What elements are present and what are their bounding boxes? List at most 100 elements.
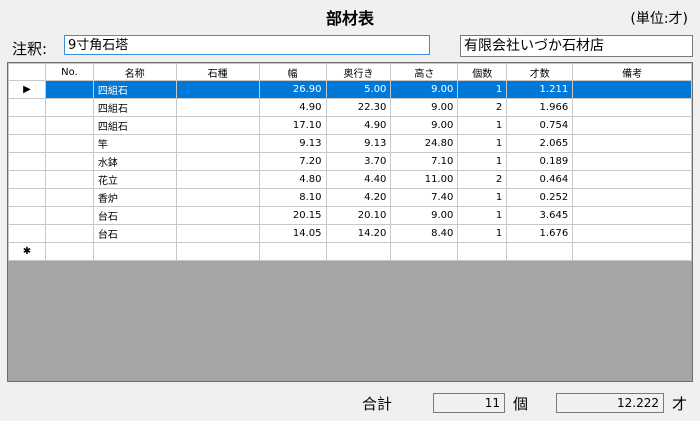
cell-sai[interactable]: 3.645 xyxy=(506,206,574,225)
cell-width[interactable]: 14.05 xyxy=(258,224,327,243)
new-row[interactable]: ✱ xyxy=(8,242,692,261)
cell-count[interactable]: 1 xyxy=(457,116,508,135)
column-header-name[interactable]: 名称 xyxy=(92,63,177,81)
cell-count[interactable]: 1 xyxy=(457,80,508,99)
cell-depth[interactable]: 22.30 xyxy=(325,98,392,117)
cell-no[interactable] xyxy=(44,116,94,135)
cell-stone[interactable] xyxy=(175,206,260,225)
cell-name[interactable]: 四組石 xyxy=(92,80,177,99)
table-row[interactable]: 香炉 8.10 4.20 7.40 1 0.252 xyxy=(8,188,692,207)
new-row-cell-sai[interactable] xyxy=(506,242,574,261)
cell-name[interactable]: 四組石 xyxy=(92,98,177,117)
row-header[interactable]: ▶ xyxy=(8,80,46,99)
column-header-sai[interactable]: 才数 xyxy=(506,63,574,81)
cell-depth[interactable]: 20.10 xyxy=(325,206,392,225)
cell-note[interactable] xyxy=(572,152,692,171)
column-header-note[interactable]: 備考 xyxy=(572,63,692,81)
cell-note[interactable] xyxy=(572,224,692,243)
cell-height[interactable]: 7.10 xyxy=(390,152,459,171)
table-row[interactable]: 竿 9.13 9.13 24.80 1 2.065 xyxy=(8,134,692,153)
cell-width[interactable]: 7.20 xyxy=(258,152,327,171)
cell-depth[interactable]: 4.90 xyxy=(325,116,392,135)
cell-count[interactable]: 1 xyxy=(457,152,508,171)
cell-depth[interactable]: 9.13 xyxy=(325,134,392,153)
table-row[interactable]: ▶ 四組石 26.90 5.00 9.00 1 1.211 xyxy=(8,80,692,99)
cell-note[interactable] xyxy=(572,206,692,225)
cell-count[interactable]: 1 xyxy=(457,224,508,243)
cell-stone[interactable] xyxy=(175,80,260,99)
cell-depth[interactable]: 5.00 xyxy=(325,80,392,99)
row-header[interactable] xyxy=(8,170,46,189)
cell-name[interactable]: 水鉢 xyxy=(92,152,177,171)
cell-stone[interactable] xyxy=(175,224,260,243)
cell-count[interactable]: 2 xyxy=(457,170,508,189)
cell-height[interactable]: 9.00 xyxy=(390,206,459,225)
cell-no[interactable] xyxy=(44,188,94,207)
cell-sai[interactable]: 0.464 xyxy=(506,170,574,189)
new-row-cell-note[interactable] xyxy=(572,242,692,261)
cell-sai[interactable]: 2.065 xyxy=(506,134,574,153)
cell-name[interactable]: 台石 xyxy=(92,206,177,225)
cell-note[interactable] xyxy=(572,134,692,153)
cell-depth[interactable]: 14.20 xyxy=(325,224,392,243)
cell-sai[interactable]: 0.189 xyxy=(506,152,574,171)
new-row-cell-name[interactable] xyxy=(92,242,177,261)
new-row-marker[interactable]: ✱ xyxy=(8,242,46,261)
cell-count[interactable]: 1 xyxy=(457,206,508,225)
cell-width[interactable]: 4.80 xyxy=(258,170,327,189)
cell-count[interactable]: 1 xyxy=(457,134,508,153)
table-row[interactable]: 花立 4.80 4.40 11.00 2 0.464 xyxy=(8,170,692,189)
cell-stone[interactable] xyxy=(175,134,260,153)
cell-depth[interactable]: 4.40 xyxy=(325,170,392,189)
cell-no[interactable] xyxy=(44,170,94,189)
cell-height[interactable]: 8.40 xyxy=(390,224,459,243)
cell-name[interactable]: 花立 xyxy=(92,170,177,189)
new-row-cell-height[interactable] xyxy=(390,242,459,261)
cell-note[interactable] xyxy=(572,98,692,117)
cell-height[interactable]: 9.00 xyxy=(390,116,459,135)
row-header[interactable] xyxy=(8,98,46,117)
cell-height[interactable]: 9.00 xyxy=(390,80,459,99)
cell-name[interactable]: 竿 xyxy=(92,134,177,153)
cell-name[interactable]: 台石 xyxy=(92,224,177,243)
cell-stone[interactable] xyxy=(175,170,260,189)
note-input[interactable]: 9寸角石塔 xyxy=(64,35,430,55)
column-header-depth[interactable]: 奥行き xyxy=(325,63,392,81)
new-row-cell-depth[interactable] xyxy=(325,242,392,261)
cell-stone[interactable] xyxy=(175,188,260,207)
parts-grid[interactable]: No. 名称 石種 幅 奥行き 高さ 個数 才数 備考 ▶ 四組石 26.90 5.0… xyxy=(7,62,693,382)
cell-height[interactable]: 24.80 xyxy=(390,134,459,153)
table-row[interactable]: 四組石 4.90 22.30 9.00 2 1.966 xyxy=(8,98,692,117)
cell-name[interactable]: 四組石 xyxy=(92,116,177,135)
table-row[interactable]: 四組石 17.10 4.90 9.00 1 0.754 xyxy=(8,116,692,135)
column-header-height[interactable]: 高さ xyxy=(390,63,459,81)
row-header[interactable] xyxy=(8,134,46,153)
cell-width[interactable]: 8.10 xyxy=(258,188,327,207)
cell-depth[interactable]: 4.20 xyxy=(325,188,392,207)
row-header[interactable] xyxy=(8,116,46,135)
cell-no[interactable] xyxy=(44,80,94,99)
cell-no[interactable] xyxy=(44,98,94,117)
cell-no[interactable] xyxy=(44,134,94,153)
column-header-width[interactable]: 幅 xyxy=(258,63,327,81)
new-row-cell-no[interactable] xyxy=(44,242,94,261)
row-header[interactable] xyxy=(8,206,46,225)
table-row[interactable]: 水鉢 7.20 3.70 7.10 1 0.189 xyxy=(8,152,692,171)
cell-no[interactable] xyxy=(44,152,94,171)
cell-height[interactable]: 7.40 xyxy=(390,188,459,207)
table-row[interactable]: 台石 20.15 20.10 9.00 1 3.645 xyxy=(8,206,692,225)
cell-note[interactable] xyxy=(572,80,692,99)
cell-count[interactable]: 2 xyxy=(457,98,508,117)
cell-width[interactable]: 20.15 xyxy=(258,206,327,225)
cell-height[interactable]: 11.00 xyxy=(390,170,459,189)
cell-name[interactable]: 香炉 xyxy=(92,188,177,207)
cell-no[interactable] xyxy=(44,224,94,243)
table-row[interactable]: 台石 14.05 14.20 8.40 1 1.676 xyxy=(8,224,692,243)
new-row-cell-count[interactable] xyxy=(457,242,508,261)
cell-count[interactable]: 1 xyxy=(457,188,508,207)
cell-sai[interactable]: 0.754 xyxy=(506,116,574,135)
cell-no[interactable] xyxy=(44,206,94,225)
cell-note[interactable] xyxy=(572,116,692,135)
cell-width[interactable]: 9.13 xyxy=(258,134,327,153)
row-header[interactable] xyxy=(8,152,46,171)
